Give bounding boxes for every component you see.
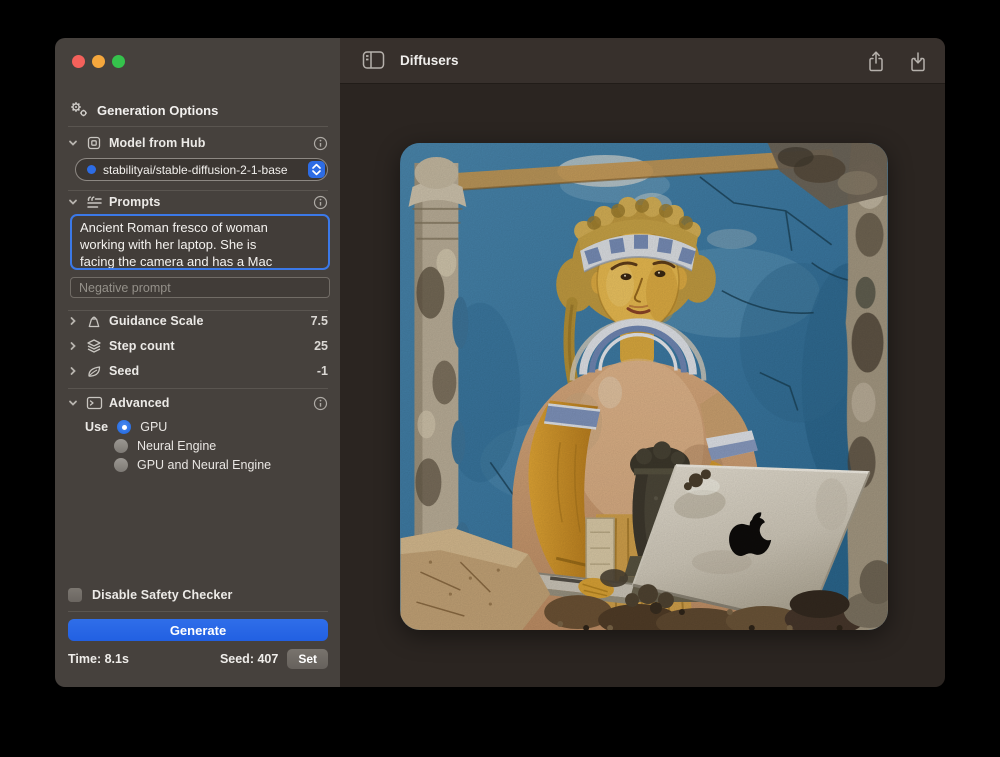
model-dropdown[interactable]: stabilityai/stable-diffusion-2-1-base bbox=[75, 158, 328, 181]
param-label: Step count bbox=[109, 339, 175, 353]
radio-label: GPU bbox=[140, 420, 167, 434]
info-icon[interactable] bbox=[313, 396, 328, 411]
share-icon[interactable] bbox=[866, 50, 886, 73]
chevron-down-icon[interactable] bbox=[68, 398, 79, 408]
layers-icon bbox=[85, 338, 103, 354]
prompt-text: Ancient Roman fresco of woman working wi… bbox=[80, 219, 292, 270]
chevron-right-icon[interactable] bbox=[68, 341, 79, 351]
seed-status: Seed: 407 bbox=[220, 652, 278, 666]
param-value: -1 bbox=[317, 364, 328, 378]
status-bar: Time: 8.1s Seed: 407 Set bbox=[68, 649, 328, 669]
radio-option-gpu[interactable]: Use GPU bbox=[85, 419, 328, 435]
section-label: Model from Hub bbox=[109, 136, 206, 150]
divider bbox=[68, 126, 328, 127]
chevron-down-icon[interactable] bbox=[68, 197, 79, 207]
maximize-button[interactable] bbox=[112, 55, 125, 68]
fresco-artwork bbox=[400, 143, 888, 630]
model-dropdown-value: stabilityai/stable-diffusion-2-1-base bbox=[103, 163, 288, 177]
dropdown-stepper-icon[interactable] bbox=[308, 161, 325, 178]
info-icon[interactable] bbox=[313, 195, 328, 210]
radio-label: GPU and Neural Engine bbox=[137, 458, 271, 472]
divider bbox=[68, 388, 328, 389]
param-label: Seed bbox=[109, 364, 139, 378]
text-quote-icon bbox=[85, 195, 103, 210]
sidebar-toggle-icon[interactable] bbox=[362, 50, 385, 70]
main-pane: Diffusers bbox=[340, 38, 945, 687]
param-value: 25 bbox=[314, 339, 328, 353]
model-status-dot bbox=[87, 165, 96, 174]
titlebar: Diffusers bbox=[340, 38, 945, 84]
chevron-right-icon[interactable] bbox=[68, 366, 79, 376]
chevron-right-icon[interactable] bbox=[68, 316, 79, 326]
minimize-button[interactable] bbox=[92, 55, 105, 68]
prompt-textarea[interactable]: Ancient Roman fresco of woman working wi… bbox=[70, 214, 330, 270]
radio-option-neural-engine[interactable]: Neural Engine bbox=[114, 438, 328, 454]
use-label: Use bbox=[85, 420, 108, 434]
section-label: Advanced bbox=[109, 396, 170, 410]
generation-options-sidebar: Generation Options Model from Hub bbox=[55, 38, 340, 687]
chevron-down-icon[interactable] bbox=[68, 138, 79, 148]
divider bbox=[68, 190, 328, 191]
desktop-background: Generation Options Model from Hub bbox=[0, 0, 1000, 757]
window-title: Diffusers bbox=[400, 53, 459, 68]
scale-weight-icon bbox=[85, 314, 103, 329]
time-status: Time: 8.1s bbox=[68, 652, 129, 666]
checkbox-unchecked-icon[interactable] bbox=[68, 588, 82, 602]
leaf-icon bbox=[85, 364, 103, 379]
close-button[interactable] bbox=[72, 55, 85, 68]
param-row-guidance-scale[interactable]: Guidance Scale 7.5 bbox=[68, 312, 328, 330]
param-label: Guidance Scale bbox=[109, 314, 204, 328]
param-row-seed[interactable]: Seed -1 bbox=[68, 362, 328, 380]
sidebar-title: Generation Options bbox=[97, 103, 218, 118]
sidebar-header: Generation Options bbox=[68, 100, 218, 120]
app-window: Generation Options Model from Hub bbox=[55, 38, 945, 687]
safety-checkbox-row[interactable]: Disable Safety Checker bbox=[68, 587, 328, 603]
negative-prompt-input[interactable]: Negative prompt bbox=[70, 277, 330, 298]
radio-unselected-icon[interactable] bbox=[114, 439, 128, 453]
radio-option-gpu-and-neural-engine[interactable]: GPU and Neural Engine bbox=[114, 457, 328, 473]
gears-icon bbox=[68, 100, 89, 121]
radio-label: Neural Engine bbox=[137, 439, 216, 453]
section-advanced[interactable]: Advanced bbox=[68, 394, 328, 412]
terminal-icon bbox=[85, 396, 103, 410]
generated-image[interactable] bbox=[400, 143, 888, 630]
divider bbox=[68, 310, 328, 311]
negative-prompt-placeholder: Negative prompt bbox=[79, 281, 171, 295]
info-icon[interactable] bbox=[313, 136, 328, 151]
section-prompts[interactable]: Prompts bbox=[68, 193, 328, 211]
divider bbox=[68, 611, 328, 612]
param-row-step-count[interactable]: Step count 25 bbox=[68, 337, 328, 355]
cpu-icon bbox=[85, 135, 103, 151]
radio-selected-icon[interactable] bbox=[117, 420, 131, 434]
section-model-from-hub[interactable]: Model from Hub bbox=[68, 134, 328, 152]
download-icon[interactable] bbox=[908, 50, 928, 73]
param-value: 7.5 bbox=[311, 314, 328, 328]
section-label: Prompts bbox=[109, 195, 160, 209]
checkbox-label: Disable Safety Checker bbox=[92, 588, 232, 602]
generate-button[interactable]: Generate bbox=[68, 619, 328, 641]
radio-unselected-icon[interactable] bbox=[114, 458, 128, 472]
set-seed-button[interactable]: Set bbox=[287, 649, 328, 669]
